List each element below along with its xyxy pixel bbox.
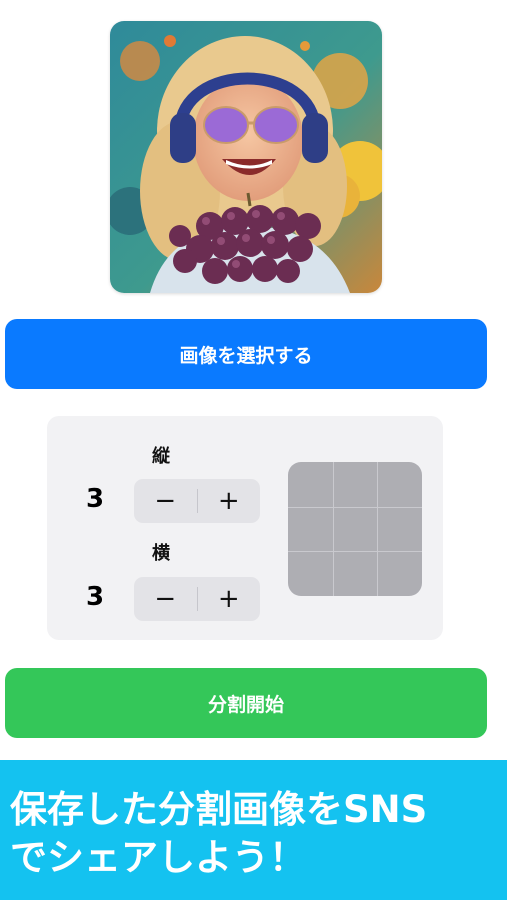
cols-decrement-button[interactable]: − — [134, 577, 197, 621]
start-split-button[interactable]: 分割開始 — [5, 668, 487, 738]
promo-banner: 保存した分割画像をSNS でシェアしよう！ — [0, 760, 507, 900]
start-split-label: 分割開始 — [207, 693, 284, 716]
rows-decrement-button[interactable]: − — [134, 479, 197, 523]
rows-label: 縦 — [152, 446, 170, 467]
rows-stepper: − + — [134, 479, 260, 523]
select-image-button[interactable]: 画像を選択する — [5, 319, 487, 389]
cols-stepper: − + — [134, 577, 260, 621]
cols-label: 横 — [152, 543, 170, 564]
promo-line-2: でシェアしよう！ — [10, 836, 306, 879]
rows-increment-button[interactable]: + — [198, 479, 261, 523]
plus-icon: + — [217, 486, 240, 516]
cols-count: 3 — [85, 582, 105, 612]
image-preview — [110, 21, 382, 293]
minus-icon: − — [154, 584, 177, 614]
rows-count: 3 — [85, 484, 105, 514]
grid-line-horizontal — [288, 507, 422, 508]
grid-line-horizontal — [288, 551, 422, 552]
minus-icon: − — [154, 486, 177, 516]
grid-line-vertical — [377, 462, 378, 596]
grid-preview — [288, 462, 422, 596]
promo-line-1: 保存した分割画像をSNS — [10, 788, 428, 831]
promo-banner-text: 保存した分割画像をSNS でシェアしよう！ — [10, 786, 427, 882]
plus-icon: + — [217, 584, 240, 614]
cols-increment-button[interactable]: + — [198, 577, 261, 621]
select-image-label: 画像を選択する — [179, 344, 313, 367]
split-settings-panel: 縦 3 − + 横 3 − + — [47, 416, 443, 640]
grid-line-vertical — [333, 462, 334, 596]
